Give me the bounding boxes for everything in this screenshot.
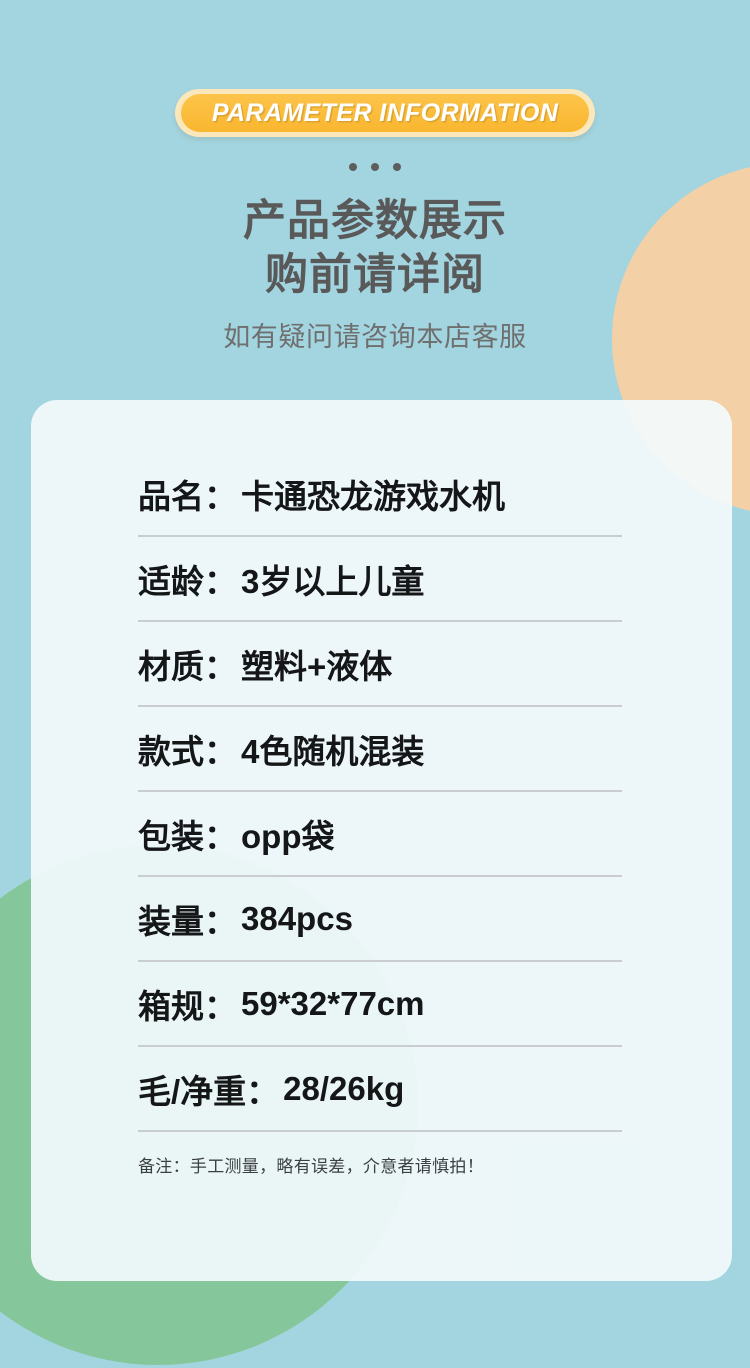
spec-value: 384pcs	[241, 899, 353, 937]
spec-value: 3岁以上儿童	[241, 562, 425, 600]
page-subtitle: 如有疑问请咨询本店客服	[223, 322, 527, 352]
table-row: 款式： 4色随机混装	[138, 707, 622, 792]
spec-label: 材质：	[138, 647, 237, 685]
spec-label: 装量：	[138, 902, 237, 940]
banner-pill: PARAMETER INFORMATION	[181, 94, 589, 132]
spec-value: opp袋	[241, 817, 335, 855]
page-title-line-1: 产品参数展示	[243, 197, 507, 245]
spec-value: 59*32*77cm	[241, 984, 425, 1022]
product-parameter-page: PARAMETER INFORMATION 产品参数展示 购前请详阅 如有疑问请…	[0, 0, 750, 1368]
table-row: 装量： 384pcs	[138, 877, 622, 962]
spec-value: 卡通恐龙游戏水机	[241, 477, 505, 515]
spec-label: 款式：	[138, 732, 237, 770]
spec-label: 箱规：	[138, 987, 237, 1025]
page-title-line-2: 购前请详阅	[265, 251, 485, 299]
spec-label: 包装：	[138, 817, 237, 855]
table-row: 箱规： 59*32*77cm	[138, 962, 622, 1047]
spec-table: 品名： 卡通恐龙游戏水机 适龄： 3岁以上儿童 材质： 塑料+液体 款式： 4色…	[138, 452, 622, 1132]
table-row: 包装： opp袋	[138, 792, 622, 877]
spec-label: 毛/净重：	[138, 1072, 280, 1110]
table-row: 材质： 塑料+液体	[138, 622, 622, 707]
measurement-note: 备注：手工测量，略有误差，介意者请慎拍！	[138, 1157, 484, 1176]
dot-icon	[393, 163, 401, 171]
spec-value: 塑料+液体	[241, 647, 393, 685]
spec-label: 适龄：	[138, 562, 237, 600]
page-title: 产品参数展示 购前请详阅	[0, 194, 750, 302]
table-row: 适龄： 3岁以上儿童	[138, 537, 622, 622]
decorative-dots	[0, 163, 750, 171]
spec-value: 4色随机混装	[241, 732, 425, 770]
spec-value: 28/26kg	[283, 1069, 405, 1107]
dot-icon	[349, 163, 357, 171]
table-row: 品名： 卡通恐龙游戏水机	[138, 452, 622, 537]
dot-icon	[371, 163, 379, 171]
spec-label: 品名：	[138, 477, 237, 515]
banner-label: PARAMETER INFORMATION	[211, 98, 559, 127]
spec-card: 品名： 卡通恐龙游戏水机 适龄： 3岁以上儿童 材质： 塑料+液体 款式： 4色…	[31, 400, 732, 1281]
table-row: 毛/净重： 28/26kg	[138, 1047, 622, 1132]
parameter-information-banner: PARAMETER INFORMATION	[175, 89, 595, 137]
